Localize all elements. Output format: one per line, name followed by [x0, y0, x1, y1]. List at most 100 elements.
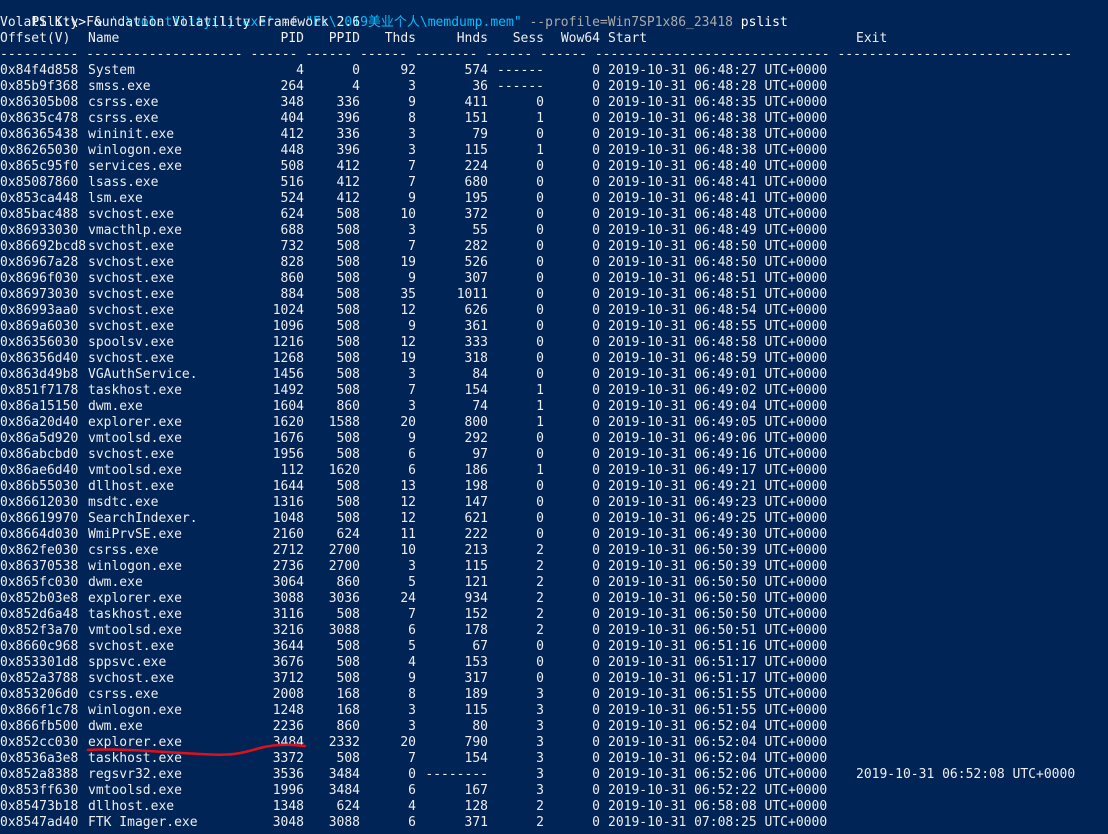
offset-cell: 0x865fc030 [0, 575, 79, 590]
sess-cell: 0 [536, 159, 544, 174]
thds-cell: 9 [408, 191, 416, 206]
thds-cell: 19 [400, 351, 416, 366]
pid-cell: 448 [280, 143, 304, 158]
pid-cell: 1456 [272, 367, 304, 382]
ppid-cell: 4 [352, 79, 360, 94]
wow64-cell: 0 [592, 607, 600, 622]
offset-cell: 0x86692bcd8 [0, 239, 87, 254]
ppid-cell: 508 [336, 335, 360, 350]
hnds-cell: 178 [464, 623, 488, 638]
start-cell: 2019-10-31 06:49:25 UTC+0000 [608, 511, 828, 526]
pid-cell: 3048 [272, 815, 304, 830]
pid-cell: 1644 [272, 479, 304, 494]
pid-cell: 3676 [272, 655, 304, 670]
thds-cell: 8 [408, 687, 416, 702]
thds-cell: 12 [400, 335, 416, 350]
offset-cell: 0x86973030 [0, 287, 79, 302]
hnds-cell: 800 [464, 415, 488, 430]
wow64-cell: 0 [592, 527, 600, 542]
ppid-cell: 508 [336, 271, 360, 286]
sess-cell: 1 [536, 111, 544, 126]
sess-cell: 3 [536, 719, 544, 734]
sess-cell: 0 [536, 511, 544, 526]
pid-cell: 3216 [272, 623, 304, 638]
sess-cell: 0 [536, 127, 544, 142]
start-cell: 2019-10-31 06:48:51 UTC+0000 [608, 271, 828, 286]
header-name: Name [88, 31, 120, 46]
hnds-cell: 526 [464, 255, 488, 270]
wow64-cell: 0 [592, 511, 600, 526]
thds-cell: 3 [408, 559, 416, 574]
start-cell: 2019-10-31 06:51:17 UTC+0000 [608, 655, 828, 670]
hnds-cell: -------- [425, 767, 488, 782]
sess-cell: 3 [536, 783, 544, 798]
powershell-terminal[interactable]: PS K:\> & '.\volatility(1).exe' -f "E:\2… [0, 0, 1108, 834]
table-row: 0x86a5d920 vmtoolsd.exe 1676 508 9 292 0 0 2019-… [0, 431, 1108, 447]
hnds-cell: 222 [464, 527, 488, 542]
hnds-cell: 333 [464, 335, 488, 350]
offset-cell: 0x853ff630 [0, 783, 79, 798]
thds-cell: 12 [400, 495, 416, 510]
pid-cell: 732 [280, 239, 304, 254]
sess-cell: 2 [536, 623, 544, 638]
pid-cell: 1024 [272, 303, 304, 318]
table-row: 0x86993aa0 svchost.exe 1024 508 12 626 0 0 2019-… [0, 303, 1108, 319]
pid-cell: 1348 [272, 799, 304, 814]
name-cell: svchost.exe [88, 351, 175, 366]
name-cell: winlogon.exe [88, 559, 182, 574]
start-cell: 2019-10-31 06:52:04 UTC+0000 [608, 751, 828, 766]
thds-cell: 12 [400, 511, 416, 526]
wow64-cell: 0 [592, 95, 600, 110]
offset-cell: 0x85b9f368 [0, 79, 79, 94]
pid-cell: 1216 [272, 335, 304, 350]
offset-cell: 0x853ca448 [0, 191, 79, 206]
offset-cell: 0x866f1c78 [0, 703, 79, 718]
start-cell: 2019-10-31 06:50:50 UTC+0000 [608, 607, 828, 622]
pid-cell: 1096 [272, 319, 304, 334]
hnds-cell: 189 [464, 687, 488, 702]
sess-cell: 2 [536, 799, 544, 814]
name-cell: msdtc.exe [88, 495, 159, 510]
wow64-cell: 0 [592, 447, 600, 462]
sess-cell: 0 [536, 239, 544, 254]
name-cell: vmacthlp.exe [88, 223, 182, 238]
wow64-cell: 0 [592, 207, 600, 222]
hnds-cell: 151 [464, 111, 488, 126]
profile-flag: --profile=Win7SP1x86_23418 [521, 15, 733, 30]
start-cell: 2019-10-31 06:49:23 UTC+0000 [608, 495, 828, 510]
name-cell: winlogon.exe [88, 143, 182, 158]
pid-cell: 516 [280, 175, 304, 190]
sess-cell: 2 [536, 543, 544, 558]
thds-cell: 6 [408, 623, 416, 638]
sess-cell: 1 [536, 415, 544, 430]
pid-cell: 1604 [272, 399, 304, 414]
hnds-cell: 626 [464, 303, 488, 318]
ppid-cell: 508 [336, 607, 360, 622]
ppid-cell: 624 [336, 527, 360, 542]
offset-cell: 0x86265030 [0, 143, 79, 158]
header-exit: Exit [856, 31, 888, 46]
offset-cell: 0x86ae6d40 [0, 463, 79, 478]
pid-cell: 1996 [272, 783, 304, 798]
start-cell: 2019-10-31 06:48:41 UTC+0000 [608, 191, 828, 206]
thds-cell: 7 [408, 607, 416, 622]
header-ppid: PPID [328, 31, 360, 46]
offset-cell: 0x8660c968 [0, 639, 79, 654]
name-cell: svchost.exe [88, 639, 175, 654]
hnds-cell: 411 [464, 95, 488, 110]
name-cell: FTK Imager.exe [88, 815, 198, 830]
offset-cell: 0x84f4d858 [0, 63, 79, 78]
thds-cell: 35 [400, 287, 416, 302]
wow64-cell: 0 [592, 415, 600, 430]
command-line: PS K:\> & '.\volatility(1).exe' -f "E:\2… [0, 0, 787, 30]
ppid-cell: 860 [336, 575, 360, 590]
wow64-cell: 0 [592, 367, 600, 382]
wow64-cell: 0 [592, 143, 600, 158]
sess-cell: 0 [536, 527, 544, 542]
pid-cell: 112 [280, 463, 304, 478]
thds-cell: 3 [408, 143, 416, 158]
wow64-cell: 0 [592, 575, 600, 590]
thds-cell: 5 [408, 575, 416, 590]
hnds-cell: 574 [464, 63, 488, 78]
hnds-cell: 318 [464, 351, 488, 366]
